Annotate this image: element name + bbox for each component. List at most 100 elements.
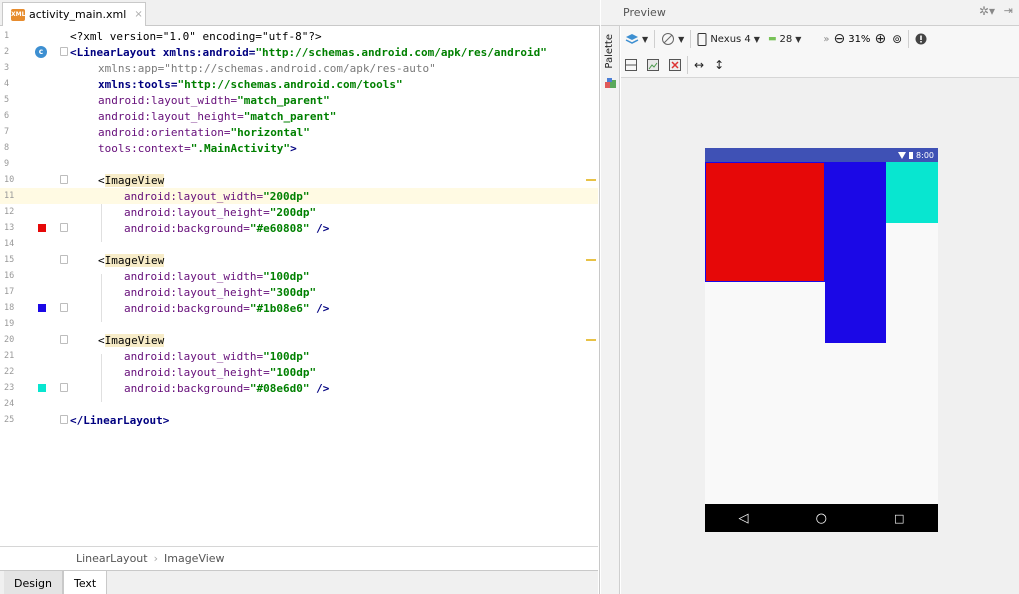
fold-marker-icon[interactable] bbox=[60, 335, 68, 344]
preview-header: Preview ✲▾ ⇥ bbox=[601, 0, 1019, 26]
tag-imageview: ImageView bbox=[104, 253, 165, 267]
color-swatch-icon[interactable] bbox=[38, 304, 46, 312]
close-icon[interactable]: × bbox=[134, 9, 142, 20]
imageview-cyan[interactable] bbox=[886, 162, 938, 223]
attr-name: android:background= bbox=[124, 221, 250, 235]
chevron-down-icon: ▼ bbox=[753, 34, 760, 44]
status-time: 8:00 bbox=[916, 150, 934, 160]
attr-name: xmlns:android= bbox=[156, 45, 256, 59]
attr-name: android:layout_width= bbox=[124, 269, 264, 283]
attr-name: android:layout_height= bbox=[98, 109, 244, 123]
editor-tab-bar: XML activity_main.xml × bbox=[0, 0, 600, 26]
orientation-button[interactable]: ▼ bbox=[661, 28, 684, 50]
palette-label[interactable]: Palette bbox=[604, 34, 615, 69]
toolbar-divider bbox=[908, 30, 910, 48]
hide-panel-icon[interactable]: ⇥ bbox=[1004, 4, 1013, 17]
render-errors-button[interactable] bbox=[669, 54, 681, 76]
tab-activity-main-xml[interactable]: XML activity_main.xml × bbox=[2, 2, 146, 26]
attr-name: android:layout_height= bbox=[124, 285, 270, 299]
breadcrumb-child[interactable]: ImageView bbox=[164, 552, 225, 565]
code-line: 22 android:layout_height="100dp" bbox=[0, 364, 598, 380]
editor-mode-tabs: Design Text bbox=[0, 570, 598, 594]
api-level-selector[interactable]: ▬ 28 ▼ bbox=[768, 28, 801, 50]
attr-value: "200dp" bbox=[263, 189, 310, 203]
code-area[interactable]: 1 <?xml version="1.0" encoding="utf-8"?>… bbox=[0, 28, 598, 542]
preview-toolbar: ▼ ▼ Nexus 4 ▼ ▬ 28 ▼ » ⊖ 31% ⊕ ⊚ bbox=[621, 26, 1019, 52]
device-preview[interactable]: 8:00 ◁ ○ □ bbox=[705, 148, 938, 532]
line-number: 25 bbox=[4, 415, 15, 425]
attr-value: "http://schemas.android.com/apk/res-auto… bbox=[164, 61, 436, 75]
code-line: 5 android:layout_width="match_parent" bbox=[0, 92, 598, 108]
class-c-icon[interactable]: c bbox=[35, 46, 47, 58]
design-surface-button[interactable]: ▼ bbox=[625, 28, 648, 50]
tab-text[interactable]: Text bbox=[62, 571, 108, 594]
fold-marker-icon[interactable] bbox=[60, 303, 68, 312]
device-selector[interactable]: Nexus 4 ▼ bbox=[697, 28, 760, 50]
expand-horizontal-button[interactable]: ↔ bbox=[694, 54, 704, 76]
zoom-in-button[interactable]: ⊕ bbox=[874, 28, 886, 50]
wifi-icon bbox=[898, 151, 907, 159]
arrows-vertical-icon: ↕ bbox=[714, 57, 725, 72]
attr-value: "horizontal" bbox=[230, 125, 310, 139]
line-number: 2 bbox=[4, 47, 10, 57]
palette-strip[interactable]: Palette bbox=[601, 26, 620, 594]
fold-marker-icon[interactable] bbox=[60, 255, 68, 264]
back-icon[interactable]: ◁ bbox=[739, 511, 749, 526]
fold-marker-icon[interactable] bbox=[60, 223, 68, 232]
code-line: 8 tools:context=".MainActivity"> bbox=[0, 140, 598, 156]
code-line: 25 </LinearLayout> bbox=[0, 412, 598, 428]
line-number: 21 bbox=[4, 351, 15, 361]
preview-title: Preview bbox=[623, 6, 666, 19]
color-swatch-icon[interactable] bbox=[38, 384, 46, 392]
code-line: 9 bbox=[0, 156, 598, 172]
attr-name: xmlns:app= bbox=[98, 61, 165, 75]
line-number: 8 bbox=[4, 143, 10, 153]
zoom-out-button[interactable]: ⊖ bbox=[833, 28, 845, 50]
tag-close: /> bbox=[309, 221, 330, 235]
tag-linearlayout-close: </LinearLayout> bbox=[70, 413, 170, 427]
fold-marker-icon[interactable] bbox=[60, 415, 68, 424]
palette-icon[interactable] bbox=[605, 78, 616, 88]
code-line: 2 c <LinearLayout xmlns:android="http://… bbox=[0, 44, 598, 60]
breadcrumb-separator: › bbox=[153, 552, 158, 565]
tab-design[interactable]: Design bbox=[4, 571, 63, 594]
imageview-blue[interactable] bbox=[825, 162, 886, 343]
tag-imageview: ImageView bbox=[104, 173, 165, 187]
fold-marker-icon[interactable] bbox=[60, 47, 68, 56]
code-line: 21 android:layout_width="100dp" bbox=[0, 348, 598, 364]
tag-close: /> bbox=[309, 381, 330, 395]
color-swatch-icon[interactable] bbox=[38, 224, 46, 232]
imageview-red[interactable] bbox=[705, 162, 825, 282]
attr-name: android:layout_height= bbox=[124, 205, 270, 219]
tag-open: < bbox=[98, 173, 105, 187]
toolbar-divider bbox=[654, 30, 656, 48]
expand-vertical-button[interactable]: ↕ bbox=[714, 54, 724, 76]
code-line: 1 <?xml version="1.0" encoding="utf-8"?> bbox=[0, 28, 598, 44]
recents-icon[interactable]: □ bbox=[894, 512, 904, 525]
zoom-level: 31% bbox=[848, 33, 871, 45]
fold-marker-icon[interactable] bbox=[60, 175, 68, 184]
attr-name: android:orientation= bbox=[98, 125, 231, 139]
breadcrumb-root[interactable]: LinearLayout bbox=[76, 552, 148, 565]
breadcrumb: LinearLayout › ImageView bbox=[0, 546, 598, 570]
code-line: 7 android:orientation="horizontal" bbox=[0, 124, 598, 140]
code-editor[interactable]: XML activity_main.xml × 1 <?xml version=… bbox=[0, 0, 600, 594]
fold-marker-icon[interactable] bbox=[60, 383, 68, 392]
zoom-fit-button[interactable]: ⊚ bbox=[892, 28, 902, 50]
battery-icon bbox=[909, 151, 914, 159]
tag-open: < bbox=[98, 333, 105, 347]
warnings-button[interactable] bbox=[915, 28, 927, 50]
toolbar-divider bbox=[690, 30, 692, 48]
attr-name: tools:context= bbox=[98, 141, 191, 155]
device-label: Nexus 4 bbox=[710, 33, 751, 45]
more-icon[interactable]: » bbox=[823, 28, 829, 50]
design-view-button[interactable] bbox=[625, 54, 637, 76]
attr-name: android:background= bbox=[124, 381, 250, 395]
attr-value: "match_parent" bbox=[237, 93, 330, 107]
gear-icon[interactable]: ✲▾ bbox=[979, 4, 995, 18]
home-icon[interactable]: ○ bbox=[816, 511, 827, 526]
blueprint-button[interactable] bbox=[647, 54, 659, 76]
line-number: 23 bbox=[4, 383, 15, 393]
change-marker bbox=[586, 259, 596, 261]
zoom-out-icon: ⊖ bbox=[833, 31, 846, 47]
